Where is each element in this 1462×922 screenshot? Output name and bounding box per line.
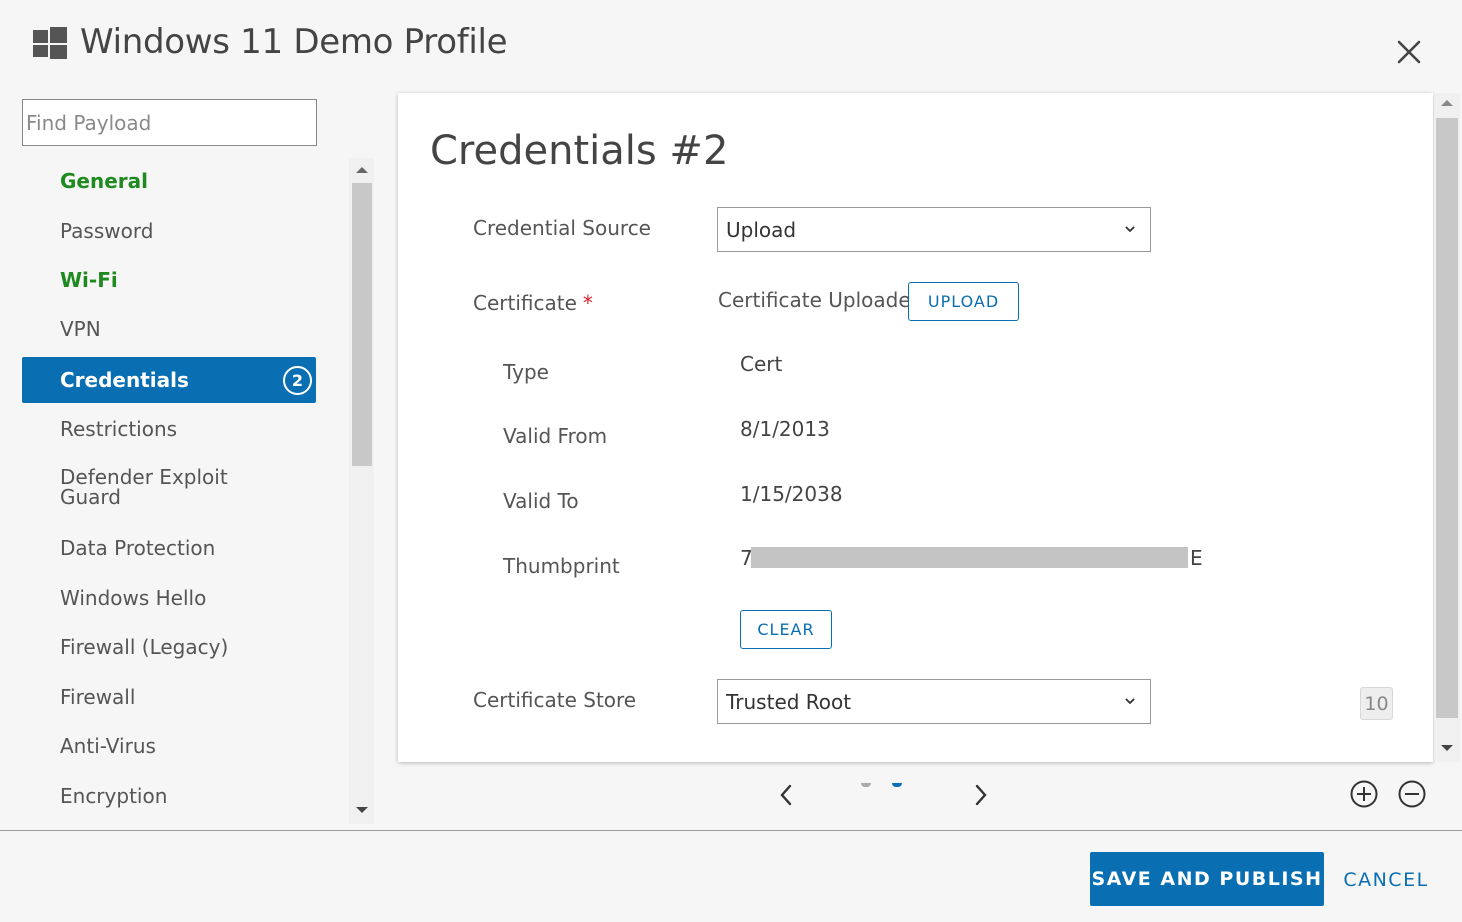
windows-logo-icon — [33, 27, 67, 59]
sidebar-item-windows-hello[interactable]: Windows Hello — [22, 575, 316, 621]
page-indicator-dot-active[interactable] — [892, 783, 902, 787]
type-value: Cert — [740, 352, 783, 376]
certificate-label: Certificate * — [473, 291, 593, 315]
valid-to-value: 1/15/2038 — [740, 482, 843, 506]
thumbprint-redaction — [751, 547, 1188, 568]
close-icon[interactable] — [1393, 36, 1425, 68]
sidebar-item-label: Anti-Virus — [60, 734, 156, 758]
valid-to-label: Valid To — [503, 489, 579, 513]
sidebar-item-vpn[interactable]: VPN — [22, 306, 316, 352]
chevron-down-icon — [1125, 226, 1135, 233]
window-title: Windows 11 Demo Profile — [80, 22, 508, 62]
sidebar-item-label: Wi-Fi — [60, 268, 118, 292]
sidebar-item-password[interactable]: Password — [22, 208, 316, 254]
sidebar-item-label: Defender Exploit Guard — [60, 465, 228, 509]
chevron-down-icon — [1125, 698, 1135, 705]
sidebar-item-credentials[interactable]: Credentials 2 — [22, 357, 316, 403]
card-scroll-down-arrow-icon[interactable] — [1441, 745, 1453, 751]
valid-from-value: 8/1/2013 — [740, 417, 830, 441]
sidebar-item-label: Firewall — [60, 685, 136, 709]
sidebar-item-label: VPN — [60, 317, 101, 341]
card-scrollbar-thumb[interactable] — [1436, 118, 1458, 718]
sidebar-item-label: General — [60, 169, 148, 193]
save-and-publish-button[interactable]: SAVE AND PUBLISH — [1090, 852, 1324, 906]
certificate-label-text: Certificate — [473, 291, 577, 315]
card-title: Credentials #2 — [430, 128, 729, 174]
chevron-right-icon[interactable] — [970, 782, 992, 808]
card-scroll-up-arrow-icon[interactable] — [1441, 100, 1453, 106]
sidebar-item-anti-virus[interactable]: Anti-Virus — [22, 723, 316, 769]
sidebar-item-general[interactable]: General — [22, 158, 316, 204]
sidebar-item-data-protection[interactable]: Data Protection — [22, 525, 316, 571]
upload-button[interactable]: UPLOAD — [908, 282, 1019, 321]
counter-badge: 10 — [1360, 687, 1393, 720]
minus-circle-icon[interactable] — [1397, 779, 1427, 809]
type-label: Type — [503, 360, 549, 384]
sidebar-item-label: Restrictions — [60, 417, 178, 441]
clear-button[interactable]: CLEAR — [740, 610, 832, 649]
sidebar-item-wifi[interactable]: Wi-Fi — [22, 257, 316, 303]
chevron-left-icon[interactable] — [775, 782, 797, 808]
sidebar-item-label: Password — [60, 219, 154, 243]
thumbprint-value-end: E — [1190, 546, 1203, 570]
credential-source-value: Upload — [726, 217, 797, 242]
required-marker: * — [582, 291, 593, 315]
sidebar-item-firewall[interactable]: Firewall — [22, 674, 316, 720]
certificate-status: Certificate Uploaded — [718, 288, 924, 312]
credential-source-select[interactable]: Upload — [717, 207, 1151, 252]
sidebar-scrollbar-thumb[interactable] — [352, 183, 372, 466]
payload-sidebar: General Password Wi-Fi VPN Credentials 2… — [22, 158, 348, 824]
sidebar-item-encryption[interactable]: Encryption — [22, 773, 316, 819]
plus-circle-icon[interactable] — [1349, 779, 1379, 809]
valid-from-label: Valid From — [503, 424, 608, 448]
certificate-store-select[interactable]: Trusted Root — [717, 679, 1151, 724]
page-indicator-dot[interactable] — [861, 783, 871, 787]
sidebar-item-label: Data Protection — [60, 536, 216, 560]
find-payload-input[interactable] — [22, 99, 317, 146]
sidebar-item-firewall-legacy[interactable]: Firewall (Legacy) — [22, 624, 316, 670]
sidebar-item-label: Credentials — [60, 368, 189, 392]
title-bar: Windows 11 Demo Profile — [0, 0, 1462, 90]
credential-source-label: Credential Source — [473, 216, 651, 240]
sidebar-item-label: Windows Hello — [60, 586, 207, 610]
sidebar-item-label: Encryption — [60, 784, 168, 808]
sidebar-item-label: Firewall (Legacy) — [60, 635, 229, 659]
payload-count-badge: 2 — [283, 366, 312, 395]
scroll-down-arrow-icon[interactable] — [356, 807, 368, 813]
sidebar-item-defender-exploit-guard[interactable]: Defender Exploit Guard — [22, 464, 242, 510]
sidebar-item-restrictions[interactable]: Restrictions — [22, 406, 316, 452]
cancel-button[interactable]: CANCEL — [1340, 865, 1432, 895]
certificate-store-label: Certificate Store — [473, 688, 637, 712]
scroll-up-arrow-icon[interactable] — [356, 167, 368, 173]
certificate-store-value: Trusted Root — [726, 689, 852, 714]
thumbprint-label: Thumbprint — [503, 554, 620, 578]
